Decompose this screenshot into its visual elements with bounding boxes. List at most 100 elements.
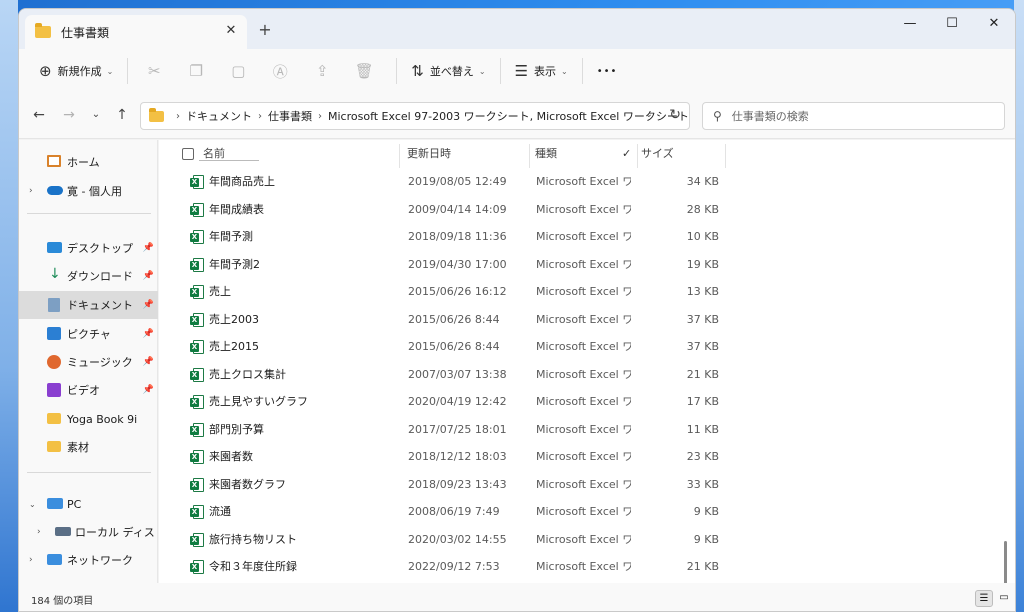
sidebar-item-pictures[interactable]: ピクチャ 📌 [19,320,158,348]
pin-icon[interactable]: 📌 [143,385,154,395]
file-date: 2019/04/30 17:00 [408,257,507,271]
excel-file-icon: X [190,230,204,244]
file-name: 部門別予算 [209,422,264,436]
new-button[interactable]: ⊕ 新規作成 ⌄ [33,56,119,86]
column-header-date[interactable]: 更新日時 [407,140,451,168]
sidebar-item-pc[interactable]: ⌄ PC [19,490,158,518]
table-row[interactable]: X 売上 2015/06/26 16:12 Microsoft Excel ワ.… [159,278,1015,306]
new-tab-button[interactable]: + [255,20,275,40]
up-button[interactable]: ↑ [112,107,132,123]
file-type: Microsoft Excel ワ... [536,230,631,243]
table-row[interactable]: X 令和３年度住所録 2022/09/12 7:53 Microsoft Exc… [159,553,1015,581]
table-row[interactable]: X 旅行持ち物リスト 2020/03/02 14:55 Microsoft Ex… [159,526,1015,554]
sidebar-item-downloads[interactable]: ↓ ダウンロード 📌 [19,262,158,290]
sidebar-label: ドキュメント [67,299,133,312]
table-row[interactable]: X 年間予測 2018/09/18 11:36 Microsoft Excel … [159,223,1015,251]
copy-button[interactable]: ❐ [178,56,220,86]
sidebar-label: ネットワーク [67,554,133,567]
toolbar-divider [127,58,129,84]
column-header-size[interactable]: サイズ [641,140,674,168]
file-name: 売上 [209,285,231,298]
file-explorer-window: 仕事書類 ✕ + — ☐ ✕ ⊕ 新規作成 ⌄ ✂ ❐ ▢ Ⓐ ⇪ 🗑 ⇅ 並べ… [18,8,1016,612]
search-input[interactable] [731,109,982,123]
tab-close-icon[interactable]: ✕ [223,23,239,39]
refresh-icon[interactable]: ↻ [669,107,681,123]
more-options-button[interactable]: ••• [591,56,624,86]
sidebar-item-home[interactable]: ホーム [19,148,158,176]
cut-button[interactable]: ✂ [136,56,178,86]
column-divider[interactable] [725,144,726,168]
tab-current-folder[interactable]: 仕事書類 ✕ [25,15,247,49]
file-name: 年間成績表 [209,202,264,216]
file-size: 13 KB [686,285,719,298]
file-name: 流通 [209,505,231,518]
sidebar-item-local-disk[interactable]: › ローカル ディスク (C:) [19,518,158,546]
sort-button[interactable]: ⇅ 並べ替え ⌄ [405,56,491,86]
navigation-pane: ホーム › 寛 - 個人用 デスクトップ 📌 ↓ ダウンロード 📌 ドキュメント… [19,140,158,583]
delete-button[interactable]: 🗑 [346,56,388,86]
file-date: 2020/04/19 12:42 [408,395,507,408]
excel-file-icon: X [190,340,204,354]
pin-icon[interactable]: 📌 [143,243,154,253]
sidebar-item-documents[interactable]: ドキュメント 📌 [19,291,158,319]
minimize-button[interactable]: — [889,9,931,41]
table-row[interactable]: X 来園者数 2018/12/12 18:03 Microsoft Excel … [159,443,1015,471]
chevron-right-icon: › [318,110,322,122]
recent-locations-button[interactable]: ⌄ [86,107,106,123]
file-name: 売上2003 [209,312,259,326]
table-row[interactable]: X 売上2003 2015/06/26 8:44 Microsoft Excel… [159,306,1015,334]
back-button[interactable]: ← [29,107,49,123]
breadcrumb-filter[interactable]: Microsoft Excel 97-2003 ワークシート, Microsof… [328,108,689,124]
column-header-row: 名前 更新日時 種類 ⌃ ✓ サイズ [159,140,1015,168]
maximize-button[interactable]: ☐ [931,9,973,41]
column-header-type[interactable]: 種類 [535,140,557,168]
select-all-checkbox[interactable] [182,148,194,160]
chevron-down-icon: ⌄ [561,66,568,76]
table-row[interactable]: X 流通 2008/06/19 7:49 Microsoft Excel ワ..… [159,498,1015,526]
table-row[interactable]: X 年間商品売上 2019/08/05 12:49 Microsoft Exce… [159,168,1015,196]
address-bar[interactable]: › ドキュメント › 仕事書類 › Microsoft Excel 97-200… [140,102,690,130]
sidebar-item-sozai[interactable]: 素材 [19,433,158,461]
breadcrumb-documents[interactable]: ドキュメント [186,108,252,124]
file-size: 17 KB [686,395,719,408]
table-row[interactable]: X 年間予測2 2019/04/30 17:00 Microsoft Excel… [159,251,1015,279]
sidebar-item-music[interactable]: ミュージック 📌 [19,348,158,376]
filter-check-icon[interactable]: ✓ [622,140,631,168]
close-button[interactable]: ✕ [973,9,1015,41]
column-divider[interactable] [637,144,638,168]
column-divider[interactable] [529,144,530,168]
table-row[interactable]: X 売上見やすいグラフ 2020/04/19 12:42 Microsoft E… [159,388,1015,416]
vertical-scrollbar[interactable] [1004,541,1007,583]
column-divider[interactable] [399,144,400,168]
pin-icon[interactable]: 📌 [143,300,154,310]
address-history-dropdown[interactable]: ⌄ [645,109,653,120]
paste-button[interactable]: ▢ [220,56,262,86]
pin-icon[interactable]: 📌 [143,329,154,339]
file-name: 売上見やすいグラフ [209,395,308,408]
sidebar-item-videos[interactable]: ビデオ 📌 [19,376,158,404]
navigation-bar: ← → ⌄ ↑ › ドキュメント › 仕事書類 › Microsoft Exce… [19,93,1015,139]
file-type: Microsoft Excel ワ... [536,560,631,573]
sidebar-item-yoga-book[interactable]: Yoga Book 9i [19,405,158,433]
plus-circle-icon: ⊕ [39,62,52,80]
share-button[interactable]: ⇪ [304,56,346,86]
file-date: 2009/04/14 14:09 [408,202,507,216]
table-row[interactable]: X 売上クロス集計 2007/03/07 13:38 Microsoft Exc… [159,361,1015,389]
table-row[interactable]: X 年間成績表 2009/04/14 14:09 Microsoft Excel… [159,196,1015,224]
table-row[interactable]: X 売上2015 2015/06/26 8:44 Microsoft Excel… [159,333,1015,361]
forward-button[interactable]: → [59,107,79,123]
rename-button[interactable]: Ⓐ [262,56,304,86]
pin-icon[interactable]: 📌 [143,357,154,367]
table-row[interactable]: X 来園者数グラフ 2018/09/23 13:43 Microsoft Exc… [159,471,1015,499]
sidebar-item-onedrive[interactable]: › 寛 - 個人用 [19,177,158,205]
view-button[interactable]: ☰ 表示 ⌄ [509,56,574,86]
search-box[interactable]: ⚲ [702,102,1005,130]
download-icon: ↓ [49,266,61,282]
sidebar-item-desktop[interactable]: デスクトップ 📌 [19,234,158,262]
breadcrumb-work-docs[interactable]: 仕事書類 [268,108,312,124]
pin-icon[interactable]: 📌 [143,271,154,281]
sidebar-item-network[interactable]: › ネットワーク [19,546,158,574]
tiles-view-button[interactable]: ▭ [995,590,1013,607]
details-view-button[interactable]: ☰ [975,590,993,607]
table-row[interactable]: X 部門別予算 2017/07/25 18:01 Microsoft Excel… [159,416,1015,444]
